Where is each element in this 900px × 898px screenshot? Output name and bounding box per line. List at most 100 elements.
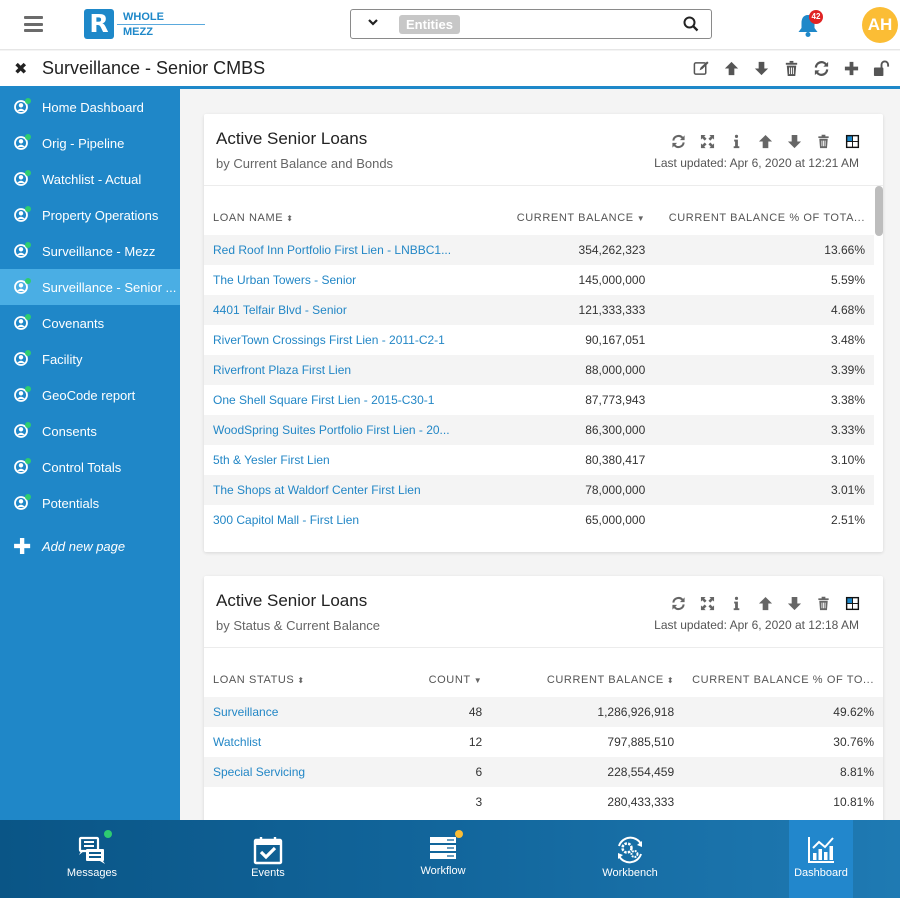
expand-icon[interactable] (693, 132, 722, 150)
plus-icon[interactable] (836, 58, 866, 78)
sidebar-item-surveillance-senior[interactable]: Surveillance - Senior ... (0, 269, 180, 305)
expand-icon[interactable] (693, 594, 722, 612)
arrow-down-icon[interactable] (780, 132, 809, 150)
status-dot (25, 458, 31, 464)
status-table: LOAN STATUS ⬍ COUNT ▼ CURRENT BALANCE ⬍ CUR… (204, 649, 883, 817)
sidebar-item-potentials[interactable]: Potentials (0, 485, 180, 521)
user-avatar[interactable]: AH (862, 7, 898, 43)
bottom-navigation: Messages Events Workflow Workbench Dashb… (0, 820, 900, 898)
balance-percent-cell: 3.33% (654, 415, 874, 445)
arrow-down-icon[interactable] (780, 594, 809, 612)
loan-status-link[interactable]: Watchlist (204, 727, 400, 757)
sidebar-item-surveillance-mezz[interactable]: Surveillance - Mezz (0, 233, 180, 269)
loan-name-link[interactable]: WoodSpring Suites Portfolio First Lien -… (204, 415, 504, 445)
column-header-balance-percent[interactable]: CURRENT BALANCE % OF TOTA... (654, 187, 874, 235)
unread-dot (104, 830, 112, 838)
add-new-page-label: Add new page (42, 539, 126, 554)
loan-name-link[interactable]: RiverTown Crossings First Lien - 2011-C2… (204, 325, 504, 355)
tab-messages[interactable]: Messages (60, 820, 124, 898)
loan-status-link[interactable] (204, 787, 400, 817)
sidebar-item-home-dashboard[interactable]: Home Dashboard (0, 89, 180, 125)
trash-icon[interactable] (809, 594, 838, 612)
table-row: Watchlist 12 797,885,510 30.76% (204, 727, 883, 757)
status-dot (25, 242, 31, 248)
sidebar-item-covenants[interactable]: Covenants (0, 305, 180, 341)
page-title: Surveillance - Senior CMBS (42, 58, 266, 78)
loan-name-link[interactable]: One Shell Square First Lien - 2015-C30-1 (204, 385, 504, 415)
widget-subtitle: by Current Balance and Bonds (216, 156, 394, 171)
search-icon[interactable] (683, 16, 699, 32)
search-scope-chip[interactable]: Entities (399, 15, 460, 34)
table-row: 300 Capitol Mall - First Lien 65,000,000 2… (204, 505, 874, 535)
sidebar-item-geocode-report[interactable]: GeoCode report (0, 377, 180, 413)
layout-grid-icon[interactable] (838, 594, 867, 612)
current-balance-cell: 88,000,000 (504, 355, 655, 385)
column-header-loan-name[interactable]: LOAN NAME ⬍ (204, 187, 504, 235)
messages-icon (78, 836, 105, 864)
edit-icon[interactable] (686, 58, 716, 78)
sidebar-item-facility[interactable]: Facility (0, 341, 180, 377)
loan-name-link[interactable]: Riverfront Plaza First Lien (204, 355, 504, 385)
tab-label: Messages (66, 867, 118, 879)
loan-name-link[interactable]: 5th & Yesler First Lien (204, 445, 504, 475)
sidebar-item-consents[interactable]: Consents (0, 413, 180, 449)
add-new-page-button[interactable]: ✚ Add new page (0, 527, 180, 567)
notifications-bell-icon[interactable]: 42 (795, 10, 823, 38)
widget-loans-by-status: Active Senior Loans by Status & Current … (204, 576, 883, 826)
sidebar-item-orig-pipeline[interactable]: Orig - Pipeline (0, 125, 180, 161)
unlock-icon[interactable] (866, 58, 896, 78)
loan-status-link[interactable]: Special Servicing (204, 757, 401, 787)
arrow-up-icon[interactable] (716, 58, 746, 78)
current-balance-cell: 80,380,417 (585, 453, 646, 467)
column-header-current-balance[interactable]: CURRENT BALANCE ▼ (504, 187, 654, 235)
refresh-icon[interactable] (664, 132, 693, 150)
trash-icon[interactable] (776, 58, 806, 78)
tab-workbench[interactable]: Workbench (598, 820, 662, 898)
tab-events[interactable]: Events (236, 820, 300, 898)
current-balance-cell: 1,286,926,918 (491, 697, 684, 727)
sidebar-item-watchlist-actual[interactable]: Watchlist - Actual (0, 161, 180, 197)
current-balance-cell: 797,885,510 (607, 735, 675, 749)
trash-icon[interactable] (809, 132, 838, 150)
last-updated-text: Last updated: Apr 6, 2020 at 12:21 AM (654, 156, 859, 170)
search-input[interactable] (467, 14, 667, 34)
widget-title: Active Senior Loans (216, 591, 368, 610)
sidebar-item-label: Covenants (42, 315, 105, 331)
chevron-down-icon[interactable] (367, 16, 379, 30)
column-header-loan-status[interactable]: LOAN STATUS ⬍ (204, 649, 400, 697)
loan-name-link[interactable]: 4401 Telfair Blvd - Senior (204, 295, 504, 325)
table-scrollbar[interactable] (874, 186, 883, 551)
loan-name-link[interactable]: The Shops at Waldorf Center First Lien (204, 475, 504, 505)
arrow-up-icon[interactable] (751, 594, 780, 612)
sidebar-item-control-totals[interactable]: Control Totals (0, 449, 180, 485)
loan-name-link[interactable]: The Urban Towers - Senior (204, 265, 504, 295)
status-dot (25, 206, 31, 212)
sidebar-item-label: Control Totals (42, 459, 122, 475)
table-row: The Urban Towers - Senior 145,000,000 5.59… (204, 265, 874, 295)
refresh-icon[interactable] (664, 594, 693, 612)
scrollbar-thumb[interactable] (875, 186, 883, 236)
sidebar-item-property-operations[interactable]: Property Operations (0, 197, 180, 233)
sidebar-item-label: Property Operations (42, 207, 159, 223)
loan-name-link[interactable]: 300 Capitol Mall - First Lien (204, 505, 504, 535)
column-header-current-balance[interactable]: CURRENT BALANCE ⬍ (491, 649, 683, 697)
arrow-up-icon[interactable] (751, 132, 780, 150)
tab-workflow[interactable]: Workflow (411, 820, 475, 898)
loan-name-link[interactable]: Red Roof Inn Portfolio First Lien - LNBB… (204, 235, 504, 265)
column-header-balance-percent[interactable]: CURRENT BALANCE % OF TO... (683, 649, 883, 697)
table-row: The Shops at Waldorf Center First Lien 78… (204, 475, 874, 505)
table-row: RiverTown Crossings First Lien - 2011-C2… (204, 325, 874, 355)
app-logo[interactable]: R WHOLE MEZZ (84, 9, 205, 39)
tab-dashboard[interactable]: Dashboard (789, 820, 853, 898)
loan-status-link[interactable]: Surveillance (204, 697, 401, 727)
table-row: Special Servicing 6 228,554,459 8.81% (204, 757, 883, 787)
close-page-icon[interactable]: ✖ (14, 59, 27, 79)
info-icon[interactable] (722, 132, 751, 150)
refresh-icon[interactable] (806, 58, 836, 78)
layout-grid-icon[interactable] (838, 132, 867, 150)
hamburger-menu-icon[interactable] (24, 16, 43, 32)
loans-table: LOAN NAME ⬍ CURRENT BALANCE ▼ CURRENT BALA… (204, 187, 874, 535)
info-icon[interactable] (722, 594, 751, 612)
column-header-count[interactable]: COUNT ▼ (400, 649, 491, 697)
arrow-down-icon[interactable] (746, 58, 776, 78)
